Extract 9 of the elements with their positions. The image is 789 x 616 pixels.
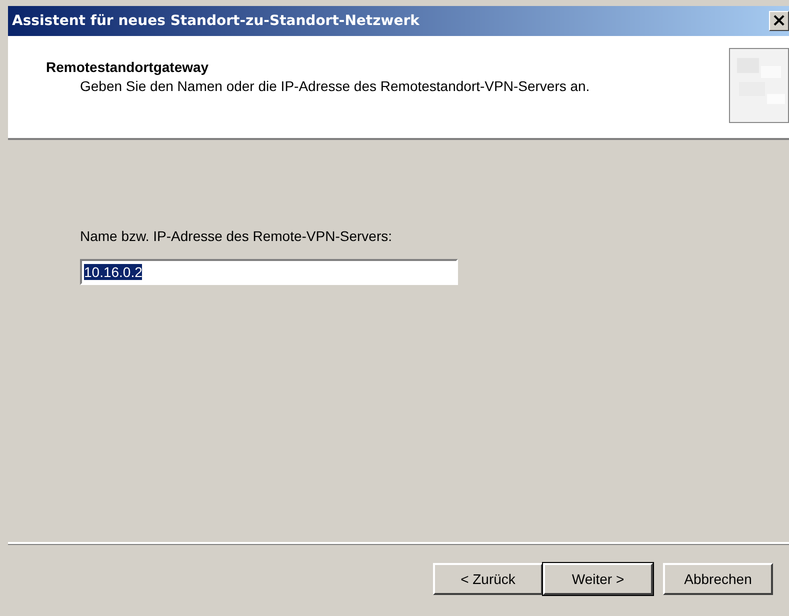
page-subtitle: Geben Sie den Namen oder die IP-Adresse des Remotestandort-VPN-Servers an. xyxy=(79,78,590,94)
server-address-field[interactable]: 10.16.0.2 xyxy=(80,259,458,285)
wizard-button[interactable]: Weiter > xyxy=(543,563,653,595)
wizard-button[interactable]: < Zurück xyxy=(433,563,543,595)
page-title: Remotestandortgateway xyxy=(46,59,210,75)
close-button[interactable]: × xyxy=(769,11,789,31)
wizard-button[interactable]: Abbrechen xyxy=(663,563,773,595)
field-label: Name bzw. IP-Adresse des Remote-VPN-Servers: xyxy=(80,228,393,244)
window-title: Assistent für neues Standort-zu-Standort-Netzwerk xyxy=(12,13,420,29)
